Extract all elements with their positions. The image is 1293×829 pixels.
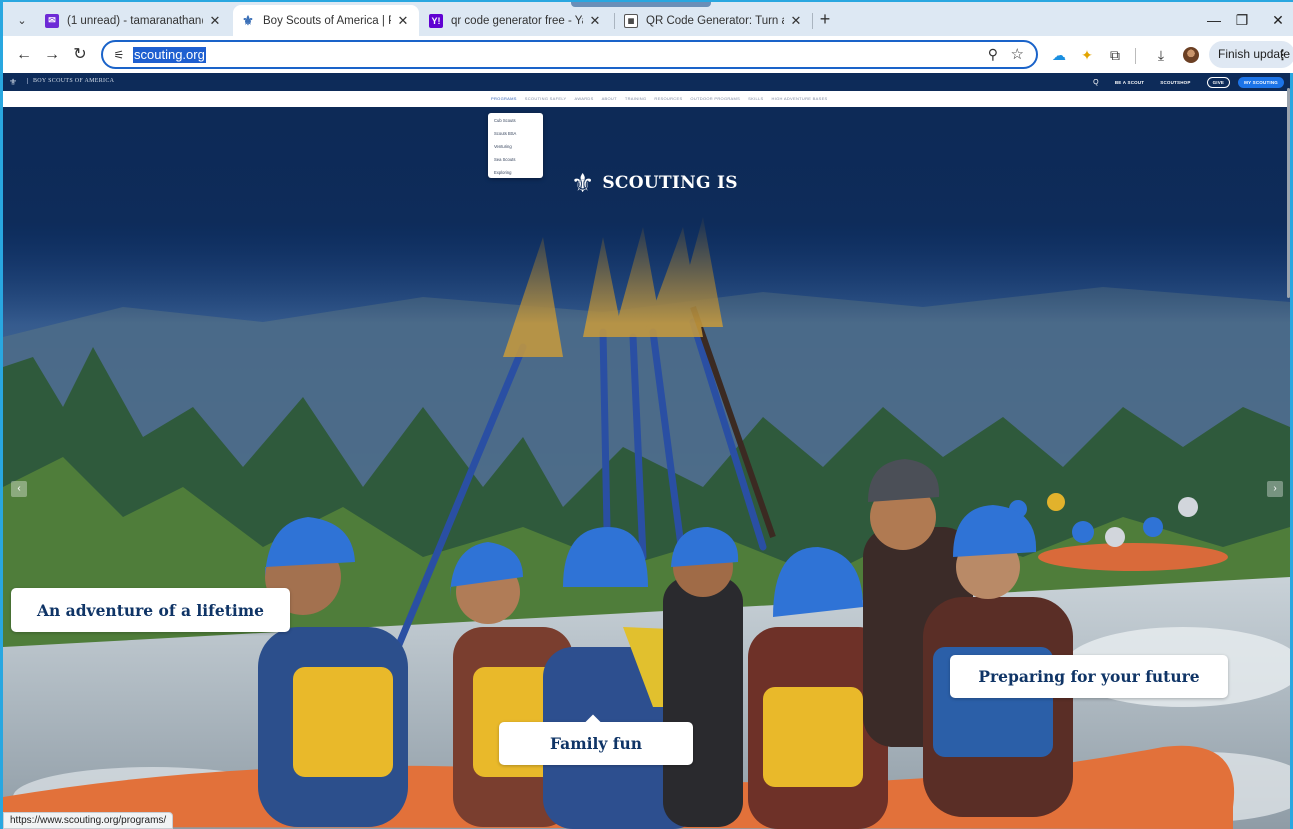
- tab-close-button[interactable]: ✕: [207, 13, 223, 29]
- zoom-icon[interactable]: ⚲: [988, 46, 998, 63]
- nav-outdoor-programs[interactable]: OUTDOOR PROGRAMS: [690, 96, 740, 101]
- chevron-down-icon: ⌄: [17, 14, 27, 27]
- callout-family-text: Family fun: [550, 734, 642, 753]
- url-text[interactable]: scouting.org: [133, 47, 206, 63]
- nav-about[interactable]: ABOUT: [602, 96, 617, 101]
- profile-avatar[interactable]: [1183, 47, 1199, 63]
- new-tab-button[interactable]: +: [815, 9, 835, 29]
- callout-family-fun[interactable]: Family fun: [499, 714, 693, 765]
- qr-icon: ▦: [624, 13, 638, 28]
- callout-adventure[interactable]: An adventure of a lifetime: [11, 588, 290, 632]
- status-bar-url: https://www.scouting.org/programs/: [3, 812, 174, 829]
- bsa-logo-icon[interactable]: ⚜: [9, 77, 17, 88]
- browser-chrome: ⌄ ✉ (1 unread) - tamaranathan@yah ✕ ⚜ Bo…: [3, 2, 1293, 73]
- reload-button[interactable]: ↻: [69, 45, 91, 65]
- hero-headline: ⚜ SCOUTING IS: [571, 166, 738, 200]
- chevron-left-icon: ‹: [17, 483, 21, 494]
- hero-section: ⚜ SCOUTING IS ‹ › An adventure of a life…: [3, 107, 1290, 829]
- tab-separator: [614, 13, 615, 29]
- tab-title: Boy Scouts of America | Prepar: [263, 14, 391, 27]
- nav-skills[interactable]: SKILLS: [748, 96, 763, 101]
- back-button[interactable]: ←: [13, 45, 35, 65]
- give-button[interactable]: GIVE: [1206, 76, 1231, 88]
- be-a-scout-link[interactable]: BE A SCOUT: [1115, 80, 1144, 85]
- tab-qr-generator[interactable]: ▦ QR Code Generator: Turn any U ✕: [616, 5, 812, 36]
- tab-strip: ⌄ ✉ (1 unread) - tamaranathan@yah ✕ ⚜ Bo…: [3, 2, 1293, 36]
- tab-close-button[interactable]: ✕: [395, 13, 411, 29]
- forward-button[interactable]: →: [41, 45, 63, 65]
- tab-separator: [812, 13, 813, 29]
- extension-icon[interactable]: ✦: [1077, 45, 1097, 65]
- menu-item-exploring[interactable]: Exploring: [488, 168, 543, 181]
- tab-title: qr code generator free - Yahoo: [451, 14, 583, 27]
- nav-scouting-safely[interactable]: SCOUTING SAFELY: [525, 96, 567, 101]
- toolbar-divider: [1135, 48, 1136, 64]
- download-icon[interactable]: ⤓: [1151, 45, 1171, 65]
- hero-headline-text: SCOUTING IS: [602, 173, 738, 193]
- programs-dropdown-menu: Cub Scouts Scouts BSA Venturing Sea Scou…: [488, 113, 543, 178]
- restore-button[interactable]: ❐: [1229, 10, 1255, 30]
- minimize-button[interactable]: —: [1201, 10, 1227, 30]
- nav-high-adventure-bases[interactable]: HIGH ADVENTURE BASES: [772, 96, 828, 101]
- address-bar[interactable]: ⚟ scouting.org ⚲ ☆: [101, 40, 1038, 69]
- carousel-prev-button[interactable]: ‹: [11, 481, 27, 497]
- arrow-right-icon: →: [44, 46, 60, 63]
- site-name[interactable]: BOY SCOUTS OF AMERICA: [27, 78, 114, 84]
- carousel-next-button[interactable]: ›: [1267, 481, 1283, 497]
- nav-resources[interactable]: RESOURCES: [654, 96, 682, 101]
- mail-icon: ✉: [45, 13, 59, 28]
- site-info-icon[interactable]: ⚟: [111, 47, 127, 63]
- extensions-puzzle-icon[interactable]: ⧉: [1105, 45, 1125, 65]
- menu-item-venturing[interactable]: Venturing: [488, 142, 543, 155]
- nav-training[interactable]: TRAINING: [625, 96, 647, 101]
- finish-update-button[interactable]: Finish update ⋮: [1209, 41, 1293, 68]
- nav-awards[interactable]: AWARDS: [575, 96, 594, 101]
- arrow-left-icon: ←: [16, 46, 32, 63]
- tab-title: QR Code Generator: Turn any U: [646, 14, 784, 27]
- site-top-bar: ⚜ BOY SCOUTS OF AMERICA Q BE A SCOUT SCO…: [3, 73, 1290, 91]
- scoutshop-link[interactable]: SCOUTSHOP: [1160, 80, 1190, 85]
- menu-item-sea-scouts[interactable]: Sea Scouts: [488, 155, 543, 168]
- tab-close-button[interactable]: ✕: [587, 13, 603, 29]
- site-search-icon[interactable]: Q: [1093, 79, 1099, 86]
- tab-yahoo-search[interactable]: Y! qr code generator free - Yahoo ✕: [421, 5, 611, 36]
- browser-toolbar: ← → ↻ ⚟ scouting.org ⚲ ☆ ☁ ✦ ⧉ ⤓ Finish …: [3, 36, 1293, 73]
- reload-icon: ↻: [73, 46, 87, 63]
- tab-search-button[interactable]: ⌄: [11, 10, 33, 30]
- nav-programs[interactable]: PROGRAMS: [491, 96, 517, 101]
- menu-dots-icon[interactable]: ⋮: [1276, 41, 1289, 68]
- hero-photo-rafting: [3, 107, 1290, 829]
- web-page: ⚜ BOY SCOUTS OF AMERICA Q BE A SCOUT SCO…: [3, 73, 1290, 829]
- cloud-extension-icon[interactable]: ☁: [1049, 45, 1069, 65]
- callout-adventure-text: An adventure of a lifetime: [36, 600, 265, 620]
- yahoo-icon: Y!: [429, 13, 443, 28]
- fleur-de-lis-icon: ⚜: [571, 168, 595, 198]
- callout-future-text: Preparing for your future: [978, 667, 1200, 686]
- my-scouting-button[interactable]: MY SCOUTING: [1238, 76, 1284, 88]
- chevron-right-icon: ›: [1273, 483, 1277, 494]
- media-indicator: [571, 2, 711, 7]
- site-main-nav: PROGRAMS SCOUTING SAFELY AWARDS ABOUT TR…: [3, 91, 1290, 107]
- callout-future[interactable]: Preparing for your future: [950, 655, 1228, 698]
- page-scrollbar[interactable]: [1287, 88, 1290, 298]
- tab-mail[interactable]: ✉ (1 unread) - tamaranathan@yah ✕: [37, 5, 231, 36]
- menu-item-cub-scouts[interactable]: Cub Scouts: [488, 116, 543, 129]
- menu-item-scouts-bsa[interactable]: Scouts BSA: [488, 129, 543, 142]
- site-actions: Q BE A SCOUT SCOUTSHOP GIVE MY SCOUTING: [1077, 76, 1284, 88]
- tab-title: (1 unread) - tamaranathan@yah: [67, 14, 203, 27]
- bookmark-star-icon[interactable]: ☆: [1011, 45, 1024, 63]
- tab-close-button[interactable]: ✕: [788, 13, 804, 29]
- bsa-icon: ⚜: [242, 12, 254, 28]
- tab-boy-scouts[interactable]: ⚜ Boy Scouts of America | Prepar ✕: [233, 5, 419, 36]
- close-window-button[interactable]: ✕: [1265, 10, 1291, 30]
- nav-links: PROGRAMS SCOUTING SAFELY AWARDS ABOUT TR…: [491, 96, 828, 101]
